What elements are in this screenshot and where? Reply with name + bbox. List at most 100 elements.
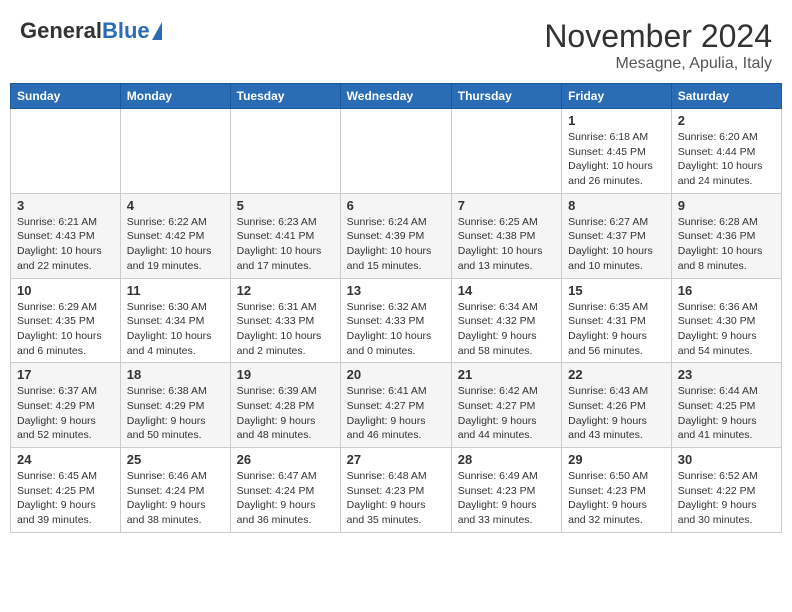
calendar-day-cell: 1 Sunrise: 6:18 AM Sunset: 4:45 PM Daylig…: [562, 109, 672, 194]
logo-general-text: General: [20, 18, 102, 44]
calendar-day-cell: [120, 109, 230, 194]
day-info: Sunrise: 6:32 AM Sunset: 4:33 PM Dayligh…: [347, 300, 445, 359]
day-number: 2: [678, 113, 775, 128]
day-number: 19: [237, 367, 334, 382]
day-number: 5: [237, 198, 334, 213]
day-info: Sunrise: 6:22 AM Sunset: 4:42 PM Dayligh…: [127, 215, 224, 274]
day-number: 1: [568, 113, 665, 128]
calendar-day-cell: 21Sunrise: 6:42 AM Sunset: 4:27 PM Dayli…: [451, 363, 561, 448]
calendar-day-cell: 20 Sunrise: 6:41 AM Sunset: 4:27 PM Dayli…: [340, 363, 451, 448]
day-info: Sunrise: 6:30 AM Sunset: 4:34 PM Dayligh…: [127, 300, 224, 359]
calendar-day-cell: 5Sunrise: 6:23 AM Sunset: 4:41 PM Daylig…: [230, 193, 340, 278]
day-info: Sunrise: 6:41 AM Sunset: 4:27 PM Dayligh…: [347, 384, 445, 443]
day-number: 8: [568, 198, 665, 213]
calendar-day-cell: 19 Sunrise: 6:39 AM Sunset: 4:28 PM Dayli…: [230, 363, 340, 448]
day-info: Sunrise: 6:29 AM Sunset: 4:35 PM Dayligh…: [17, 300, 114, 359]
calendar-body: 1 Sunrise: 6:18 AM Sunset: 4:45 PM Daylig…: [11, 109, 782, 533]
day-info: Sunrise: 6:24 AM Sunset: 4:39 PM Dayligh…: [347, 215, 445, 274]
calendar-week-row: 24 Sunrise: 6:45 AM Sunset: 4:25 PM Dayli…: [11, 448, 782, 533]
day-of-week-header: Thursday: [451, 84, 561, 109]
day-info: Sunrise: 6:36 AM Sunset: 4:30 PM Dayligh…: [678, 300, 775, 359]
day-info: Sunrise: 6:18 AM Sunset: 4:45 PM Dayligh…: [568, 130, 665, 189]
calendar-day-cell: 28 Sunrise: 6:49 AM Sunset: 4:23 PM Dayli…: [451, 448, 561, 533]
day-info: Sunrise: 6:38 AM Sunset: 4:29 PM Dayligh…: [127, 384, 224, 443]
calendar-day-cell: 26Sunrise: 6:47 AM Sunset: 4:24 PM Dayli…: [230, 448, 340, 533]
day-number: 9: [678, 198, 775, 213]
calendar-day-cell: [340, 109, 451, 194]
day-info: Sunrise: 6:48 AM Sunset: 4:23 PM Dayligh…: [347, 469, 445, 528]
logo: General Blue: [20, 18, 162, 44]
calendar-day-cell: [451, 109, 561, 194]
logo-triangle-icon: [152, 22, 162, 40]
day-number: 16: [678, 283, 775, 298]
day-info: Sunrise: 6:43 AM Sunset: 4:26 PM Dayligh…: [568, 384, 665, 443]
calendar-day-cell: 24 Sunrise: 6:45 AM Sunset: 4:25 PM Dayli…: [11, 448, 121, 533]
days-of-week-row: SundayMondayTuesdayWednesdayThursdayFrid…: [11, 84, 782, 109]
day-number: 24: [17, 452, 114, 467]
calendar-day-cell: 8Sunrise: 6:27 AM Sunset: 4:37 PM Daylig…: [562, 193, 672, 278]
day-info: Sunrise: 6:45 AM Sunset: 4:25 PM Dayligh…: [17, 469, 114, 528]
calendar-week-row: 10Sunrise: 6:29 AM Sunset: 4:35 PM Dayli…: [11, 278, 782, 363]
calendar-day-cell: [230, 109, 340, 194]
location-text: Mesagne, Apulia, Italy: [544, 55, 772, 73]
calendar-table: SundayMondayTuesdayWednesdayThursdayFrid…: [10, 83, 782, 533]
day-number: 13: [347, 283, 445, 298]
calendar-week-row: 17Sunrise: 6:37 AM Sunset: 4:29 PM Dayli…: [11, 363, 782, 448]
day-info: Sunrise: 6:35 AM Sunset: 4:31 PM Dayligh…: [568, 300, 665, 359]
day-of-week-header: Monday: [120, 84, 230, 109]
day-number: 7: [458, 198, 555, 213]
calendar-day-cell: 23Sunrise: 6:44 AM Sunset: 4:25 PM Dayli…: [671, 363, 781, 448]
calendar-day-cell: 15 Sunrise: 6:35 AM Sunset: 4:31 PM Dayli…: [562, 278, 672, 363]
calendar-day-cell: 29Sunrise: 6:50 AM Sunset: 4:23 PM Dayli…: [562, 448, 672, 533]
calendar-day-cell: 9Sunrise: 6:28 AM Sunset: 4:36 PM Daylig…: [671, 193, 781, 278]
calendar-day-cell: 25 Sunrise: 6:46 AM Sunset: 4:24 PM Dayli…: [120, 448, 230, 533]
day-number: 11: [127, 283, 224, 298]
calendar-day-cell: 27 Sunrise: 6:48 AM Sunset: 4:23 PM Dayli…: [340, 448, 451, 533]
day-number: 18: [127, 367, 224, 382]
day-info: Sunrise: 6:31 AM Sunset: 4:33 PM Dayligh…: [237, 300, 334, 359]
day-info: Sunrise: 6:50 AM Sunset: 4:23 PM Dayligh…: [568, 469, 665, 528]
day-of-week-header: Tuesday: [230, 84, 340, 109]
day-number: 4: [127, 198, 224, 213]
day-info: Sunrise: 6:37 AM Sunset: 4:29 PM Dayligh…: [17, 384, 114, 443]
calendar-day-cell: 13 Sunrise: 6:32 AM Sunset: 4:33 PM Dayli…: [340, 278, 451, 363]
day-info: Sunrise: 6:46 AM Sunset: 4:24 PM Dayligh…: [127, 469, 224, 528]
day-info: Sunrise: 6:21 AM Sunset: 4:43 PM Dayligh…: [17, 215, 114, 274]
calendar-day-cell: 11 Sunrise: 6:30 AM Sunset: 4:34 PM Dayli…: [120, 278, 230, 363]
day-of-week-header: Wednesday: [340, 84, 451, 109]
calendar-day-cell: 17Sunrise: 6:37 AM Sunset: 4:29 PM Dayli…: [11, 363, 121, 448]
calendar-day-cell: 18 Sunrise: 6:38 AM Sunset: 4:29 PM Dayli…: [120, 363, 230, 448]
calendar-day-cell: 4 Sunrise: 6:22 AM Sunset: 4:42 PM Daylig…: [120, 193, 230, 278]
day-info: Sunrise: 6:34 AM Sunset: 4:32 PM Dayligh…: [458, 300, 555, 359]
title-area: November 2024 Mesagne, Apulia, Italy: [544, 18, 772, 73]
calendar-day-cell: [11, 109, 121, 194]
calendar-day-cell: 30Sunrise: 6:52 AM Sunset: 4:22 PM Dayli…: [671, 448, 781, 533]
day-info: Sunrise: 6:49 AM Sunset: 4:23 PM Dayligh…: [458, 469, 555, 528]
calendar-day-cell: 7 Sunrise: 6:25 AM Sunset: 4:38 PM Daylig…: [451, 193, 561, 278]
day-number: 3: [17, 198, 114, 213]
month-title: November 2024: [544, 18, 772, 55]
day-info: Sunrise: 6:39 AM Sunset: 4:28 PM Dayligh…: [237, 384, 334, 443]
day-number: 27: [347, 452, 445, 467]
calendar-day-cell: 16 Sunrise: 6:36 AM Sunset: 4:30 PM Dayli…: [671, 278, 781, 363]
calendar-day-cell: 10Sunrise: 6:29 AM Sunset: 4:35 PM Dayli…: [11, 278, 121, 363]
day-of-week-header: Saturday: [671, 84, 781, 109]
logo-blue-text: Blue: [102, 18, 150, 44]
day-number: 15: [568, 283, 665, 298]
day-of-week-header: Sunday: [11, 84, 121, 109]
day-number: 28: [458, 452, 555, 467]
day-info: Sunrise: 6:42 AM Sunset: 4:27 PM Dayligh…: [458, 384, 555, 443]
calendar-day-cell: 6 Sunrise: 6:24 AM Sunset: 4:39 PM Daylig…: [340, 193, 451, 278]
calendar-week-row: 1 Sunrise: 6:18 AM Sunset: 4:45 PM Daylig…: [11, 109, 782, 194]
day-number: 6: [347, 198, 445, 213]
day-of-week-header: Friday: [562, 84, 672, 109]
calendar-day-cell: 12Sunrise: 6:31 AM Sunset: 4:33 PM Dayli…: [230, 278, 340, 363]
day-number: 30: [678, 452, 775, 467]
calendar-day-cell: 2Sunrise: 6:20 AM Sunset: 4:44 PM Daylig…: [671, 109, 781, 194]
calendar-week-row: 3 Sunrise: 6:21 AM Sunset: 4:43 PM Daylig…: [11, 193, 782, 278]
day-number: 20: [347, 367, 445, 382]
day-number: 25: [127, 452, 224, 467]
calendar-day-cell: 14Sunrise: 6:34 AM Sunset: 4:32 PM Dayli…: [451, 278, 561, 363]
calendar-day-cell: 22Sunrise: 6:43 AM Sunset: 4:26 PM Dayli…: [562, 363, 672, 448]
day-info: Sunrise: 6:25 AM Sunset: 4:38 PM Dayligh…: [458, 215, 555, 274]
